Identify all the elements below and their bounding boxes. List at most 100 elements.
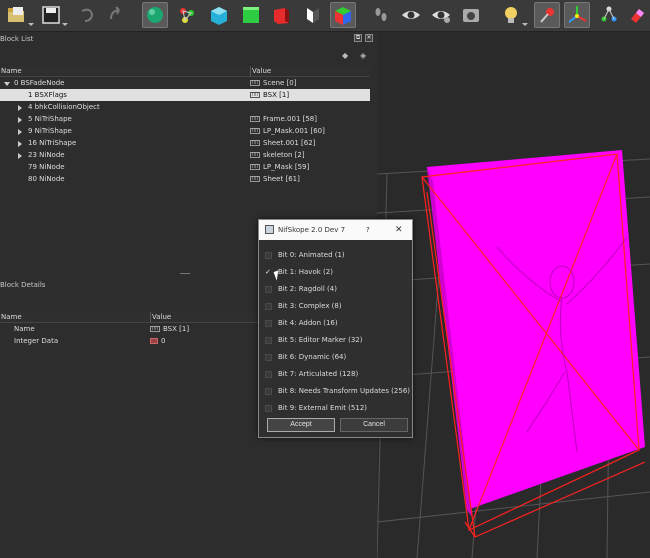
pin-icon[interactable] <box>534 2 560 28</box>
expand-arrow-down-icon[interactable] <box>4 82 10 86</box>
detail-name: Integer Data <box>14 337 59 345</box>
detail-name: Name <box>14 325 35 333</box>
bit-label: Bit 3: Complex (8) <box>278 302 342 310</box>
block-list-tree: Name Value 0 BSFadeNode TXT Scene [0] 1 BSX… <box>0 66 370 185</box>
block-value: TXT LP_Mask [59] <box>250 163 310 171</box>
block-name: 9 NiTriShape <box>28 127 72 135</box>
bit-label: Bit 0: Animated (1) <box>278 251 345 259</box>
table-row[interactable]: 0 BSFadeNode TXT Scene [0] <box>0 77 370 89</box>
cube-red-icon[interactable] <box>268 2 294 28</box>
bit-label: Bit 9: External Emit (512) <box>278 404 368 412</box>
checkbox-box[interactable] <box>265 303 272 310</box>
nodes-icon[interactable] <box>174 2 200 28</box>
bit-label: Bit 1: Havok (2) <box>278 268 333 276</box>
expand-arrow-right-icon[interactable] <box>18 129 22 135</box>
block-name: 80 NiNode <box>28 175 65 183</box>
expand-arrow-right-icon[interactable] <box>18 153 22 159</box>
expand-arrow-right-icon[interactable] <box>18 105 22 111</box>
table-row[interactable]: Integer Data 0 <box>0 335 258 347</box>
table-row[interactable]: 80 NiNode TXT Sheet [61] <box>0 173 370 185</box>
node-tree-icon[interactable] <box>596 2 622 28</box>
table-row[interactable]: 4 bhkCollisionObject <box>0 101 370 113</box>
checkbox-box[interactable] <box>265 354 272 361</box>
cancel-button[interactable]: Cancel <box>340 418 408 432</box>
bitflags-dialog: NifSkope 2.0 Dev 7 ? ✕ Bit 0: Animated (… <box>258 219 413 438</box>
pane-splitter[interactable] <box>180 273 190 274</box>
block-details-title: Block Details <box>0 281 46 289</box>
block-name: 16 NiTriShape <box>28 139 77 147</box>
block-value: TXT Sheet [61] <box>250 175 300 183</box>
eraser-icon[interactable] <box>624 2 650 28</box>
block-value: TXT Sheet.001 [62] <box>250 139 316 147</box>
save-icon[interactable] <box>38 2 68 28</box>
checkbox-box[interactable] <box>265 371 272 378</box>
block-name: 1 BSXFlags <box>28 91 67 99</box>
cube-cyan-icon[interactable] <box>206 2 232 28</box>
block-name: 5 NiTriShape <box>28 115 72 123</box>
table-row[interactable]: 5 NiTriShape TXT Frame.001 [58] <box>0 113 370 125</box>
detail-value[interactable]: TXT BSX [1] <box>150 323 189 335</box>
text-type-icon: TXT <box>250 176 260 182</box>
name-column-header[interactable]: Name <box>1 312 22 323</box>
dialog-titlebar[interactable]: NifSkope 2.0 Dev 7 ? ✕ <box>259 220 412 240</box>
text-type-icon: TXT <box>250 164 260 170</box>
checkmark-icon: ✓ <box>265 268 271 276</box>
text-type-icon: TXT <box>250 128 260 134</box>
cube-green-icon[interactable] <box>238 2 264 28</box>
table-row[interactable]: Name TXT BSX [1] <box>0 323 258 335</box>
block-value: TXT Scene [0] <box>250 79 297 87</box>
bit-label: Bit 2: Ragdoll (4) <box>278 285 337 293</box>
expand-arrow-right-icon[interactable] <box>18 141 22 147</box>
checkbox-box[interactable] <box>265 286 272 293</box>
3d-viewport[interactable] <box>377 32 650 558</box>
lightbulb-icon[interactable] <box>498 2 528 28</box>
eye-settings-icon[interactable] <box>428 2 454 28</box>
sphere-icon[interactable] <box>142 2 168 28</box>
block-list-title: Block List <box>0 35 34 43</box>
checkbox-box[interactable] <box>265 388 272 395</box>
footprints-icon[interactable] <box>368 2 394 28</box>
table-row[interactable]: 9 NiTriShape TXT LP_Mask.001 [60] <box>0 125 370 137</box>
text-type-icon: TXT <box>250 80 260 86</box>
redo-icon[interactable] <box>104 2 130 28</box>
table-row[interactable]: 16 NiTriShape TXT Sheet.001 [62] <box>0 137 370 149</box>
name-column-header[interactable]: Name <box>1 66 22 77</box>
block-value: TXT BSX [1] <box>250 91 290 99</box>
text-type-icon: TXT <box>250 152 260 158</box>
value-column-header[interactable]: Value <box>250 66 271 77</box>
block-value: TXT Frame.001 [58] <box>250 115 317 123</box>
table-row[interactable]: 23 NiNode TXT skeleton [2] <box>0 149 370 161</box>
value-column-header[interactable]: Value <box>150 312 171 323</box>
block-name: 79 NiNode <box>28 163 65 171</box>
undo-icon[interactable] <box>74 2 100 28</box>
bit-label: Bit 7: Articulated (128) <box>278 370 359 378</box>
rgb-cube-icon[interactable] <box>330 2 356 28</box>
checkbox-box[interactable] <box>265 337 272 344</box>
settings-icon[interactable]: ◈ <box>360 52 368 60</box>
eye-icon[interactable] <box>398 2 424 28</box>
checkbox-box[interactable] <box>265 252 272 259</box>
filter-icon[interactable]: ◆ <box>342 52 350 60</box>
help-button[interactable]: ? <box>366 220 370 240</box>
text-type-icon: TXT <box>250 116 260 122</box>
accept-button[interactable]: Accept <box>267 418 335 432</box>
block-name: 4 bhkCollisionObject <box>28 103 100 111</box>
app-icon <box>265 225 274 234</box>
open-file-icon[interactable] <box>4 2 34 28</box>
checkbox-box[interactable] <box>265 405 272 412</box>
half-cube-icon[interactable] <box>300 2 326 28</box>
text-type-icon: TXT <box>150 326 160 332</box>
bit-label: Bit 4: Addon (16) <box>278 319 338 327</box>
checkbox-box[interactable] <box>265 320 272 327</box>
axes-icon[interactable] <box>564 2 590 28</box>
block-name: 23 NiNode <box>28 151 65 159</box>
close-dock-button[interactable]: ✕ <box>365 34 373 42</box>
close-icon[interactable]: ✕ <box>395 220 403 240</box>
expand-arrow-right-icon[interactable] <box>18 117 22 123</box>
table-row[interactable]: 79 NiNode TXT LP_Mask [59] <box>0 161 370 173</box>
float-dock-button[interactable]: ⧉ <box>354 34 362 42</box>
camera-settings-icon[interactable] <box>458 2 484 28</box>
table-row[interactable]: 1 BSXFlags TXT BSX [1] <box>0 89 370 101</box>
detail-value[interactable]: 0 <box>150 335 165 347</box>
text-type-icon: TXT <box>250 140 260 146</box>
